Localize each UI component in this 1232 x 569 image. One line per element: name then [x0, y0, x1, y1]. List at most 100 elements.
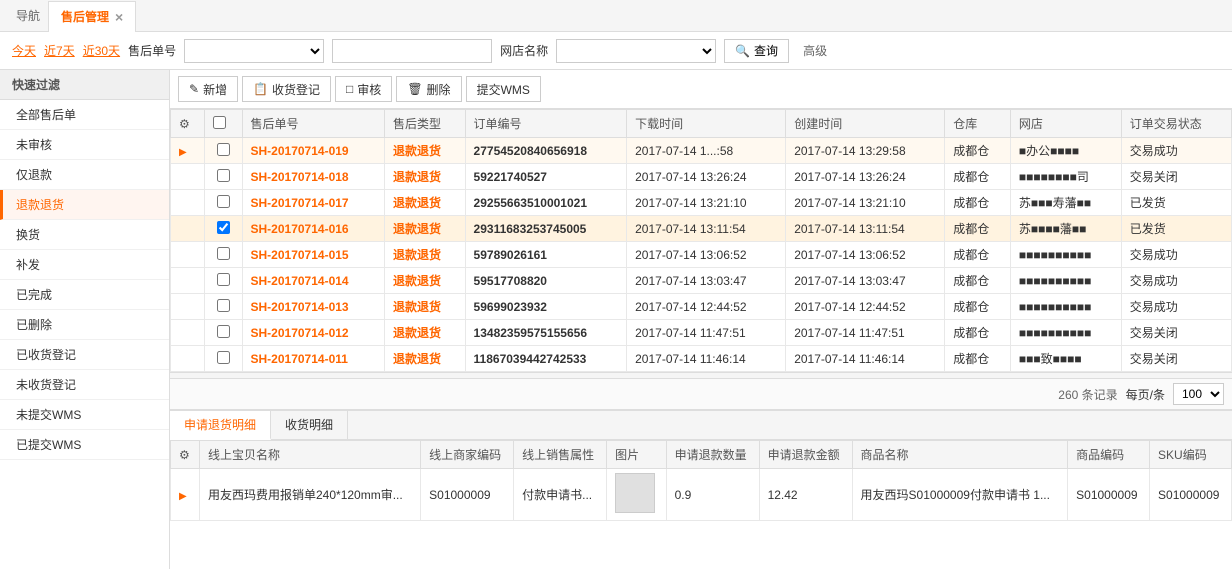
cell-download: 2017-07-14 11:46:14: [627, 346, 786, 372]
cell-store: 苏■■■■藩■■: [1010, 216, 1121, 242]
table-row[interactable]: ▶SH-20170714-019退款退货27754520840656918201…: [171, 138, 1232, 164]
filter-last30[interactable]: 近30天: [83, 42, 120, 59]
bottom-section: 申请退货明细 收货明细 ⚙ 线上宝贝名称 线上商家编码 线上销售属性 图片 申请…: [170, 409, 1232, 569]
cell-store: ■■■■■■■■■■: [1010, 268, 1121, 294]
row-checkbox[interactable]: [217, 299, 230, 312]
tab-receive-detail[interactable]: 收货明细: [271, 411, 348, 439]
cell-warehouse: 成都仓: [945, 320, 1011, 346]
bottom-table-row[interactable]: ▶用友西玛费用报销单240*120mm审...S01000009付款申请书...…: [171, 469, 1232, 521]
cell-id: SH-20170714-019: [242, 138, 385, 164]
row-checkbox[interactable]: [217, 195, 230, 208]
play-icon: ▶: [179, 147, 187, 158]
table-row[interactable]: SH-20170714-014退款退货595177088202017-07-14…: [171, 268, 1232, 294]
sidebar-item[interactable]: 未收货登记: [0, 370, 169, 400]
search-input[interactable]: [332, 39, 492, 63]
cell-status: 已发货: [1121, 216, 1231, 242]
tab-return-detail[interactable]: 申请退货明细: [170, 411, 271, 440]
filter-today[interactable]: 今天: [12, 42, 36, 59]
checkbox-cell: [205, 320, 242, 346]
total-records: 260 条记录: [1058, 386, 1117, 403]
cell-id: SH-20170714-015: [242, 242, 385, 268]
cell-created: 2017-07-14 11:47:51: [786, 320, 945, 346]
filter-last7[interactable]: 近7天: [44, 42, 75, 59]
play-cell: [171, 216, 205, 242]
cell-id: SH-20170714-017: [242, 190, 385, 216]
store-dropdown[interactable]: [556, 39, 716, 63]
bottom-table: ⚙ 线上宝贝名称 线上商家编码 线上销售属性 图片 申请退款数量 申请退款金额 …: [170, 440, 1232, 521]
bottom-cell-img: [607, 469, 667, 521]
row-checkbox[interactable]: [217, 351, 230, 364]
sidebar-item[interactable]: 换货: [0, 220, 169, 250]
sidebar-item[interactable]: 已收货登记: [0, 340, 169, 370]
field-dropdown[interactable]: [184, 39, 324, 63]
cell-download: 2017-07-14 13:06:52: [627, 242, 786, 268]
query-button[interactable]: 🔍 查询: [724, 39, 789, 63]
row-checkbox[interactable]: [217, 325, 230, 338]
close-icon[interactable]: ×: [115, 10, 123, 24]
per-page-select[interactable]: 100 50 200: [1173, 383, 1224, 405]
select-all-checkbox[interactable]: [213, 116, 226, 129]
cell-type: 退款退货: [385, 164, 466, 190]
row-checkbox[interactable]: [217, 221, 230, 234]
table-row[interactable]: SH-20170714-013退款退货596990239322017-07-14…: [171, 294, 1232, 320]
receive-button[interactable]: 📋 收货登记: [242, 76, 331, 102]
audit-icon: □: [346, 82, 353, 96]
cell-store: ■■■■■■■■■■: [1010, 294, 1121, 320]
bottom-col-settings[interactable]: ⚙: [171, 441, 200, 469]
cell-warehouse: 成都仓: [945, 242, 1011, 268]
add-button[interactable]: ✎ 新增: [178, 76, 238, 102]
col-download: 下载时间: [627, 110, 786, 138]
table-row[interactable]: SH-20170714-011退款退货118670394427425332017…: [171, 346, 1232, 372]
bottom-cell-code: S01000009: [421, 469, 514, 521]
col-settings[interactable]: ⚙: [171, 110, 205, 138]
play-cell: [171, 164, 205, 190]
bottom-col-attr: 线上销售属性: [514, 441, 607, 469]
sidebar-item[interactable]: 退款退货: [0, 190, 169, 220]
checkbox-cell: [205, 242, 242, 268]
row-checkbox[interactable]: [217, 169, 230, 182]
cell-order: 59517708820: [465, 268, 627, 294]
bottom-col-name: 线上宝贝名称: [200, 441, 421, 469]
sidebar-item[interactable]: 已删除: [0, 310, 169, 340]
sidebar-item[interactable]: 全部售后单: [0, 100, 169, 130]
submit-wms-button[interactable]: 提交WMS: [466, 76, 541, 102]
col-order: 订单编号: [465, 110, 627, 138]
gear-icon-bottom: ⚙: [179, 448, 190, 462]
sidebar-item[interactable]: 未审核: [0, 130, 169, 160]
audit-button[interactable]: □ 审核: [335, 76, 392, 102]
table-row[interactable]: SH-20170714-017退款退货292556635100010212017…: [171, 190, 1232, 216]
active-tab[interactable]: 售后管理 ×: [48, 1, 136, 32]
cell-status: 交易关闭: [1121, 164, 1231, 190]
delete-button[interactable]: 🗑 删除: [396, 76, 461, 102]
checkbox-cell: [205, 294, 242, 320]
col-warehouse: 仓库: [945, 110, 1011, 138]
per-page-label: 每页/条: [1126, 386, 1165, 403]
advanced-button[interactable]: 高级: [797, 40, 833, 61]
table-row[interactable]: SH-20170714-018退款退货592217405272017-07-14…: [171, 164, 1232, 190]
row-checkbox[interactable]: [217, 247, 230, 260]
bottom-col-goods: 商品名称: [852, 441, 1068, 469]
bottom-cell-amount: 12.42: [759, 469, 852, 521]
cell-store: 苏■■■寿藩■■: [1010, 190, 1121, 216]
cell-created: 2017-07-14 13:11:54: [786, 216, 945, 242]
delete-icon: 🗑: [407, 82, 422, 96]
cell-store: ■■■■■■■■■■: [1010, 242, 1121, 268]
bottom-table-area: ⚙ 线上宝贝名称 线上商家编码 线上销售属性 图片 申请退款数量 申请退款金额 …: [170, 440, 1232, 569]
sidebar-item[interactable]: 未提交WMS: [0, 400, 169, 430]
cell-order: 11867039442742533: [465, 346, 627, 372]
sidebar-item[interactable]: 仅退款: [0, 160, 169, 190]
sidebar-item[interactable]: 补发: [0, 250, 169, 280]
row-checkbox[interactable]: [217, 273, 230, 286]
bottom-cell-gcode: S01000009: [1068, 469, 1150, 521]
sidebar-item[interactable]: 已完成: [0, 280, 169, 310]
row-checkbox[interactable]: [217, 143, 230, 156]
sidebar-item[interactable]: 已提交WMS: [0, 430, 169, 460]
table-row[interactable]: SH-20170714-012退款退货134823595751556562017…: [171, 320, 1232, 346]
cell-order: 29311683253745005: [465, 216, 627, 242]
bottom-play-cell: ▶: [171, 469, 200, 521]
table-row[interactable]: SH-20170714-016退款退货293116832537450052017…: [171, 216, 1232, 242]
cell-id: SH-20170714-016: [242, 216, 385, 242]
bottom-col-qty: 申请退款数量: [666, 441, 759, 469]
col-id: 售后单号: [242, 110, 385, 138]
table-row[interactable]: SH-20170714-015退款退货597890261612017-07-14…: [171, 242, 1232, 268]
